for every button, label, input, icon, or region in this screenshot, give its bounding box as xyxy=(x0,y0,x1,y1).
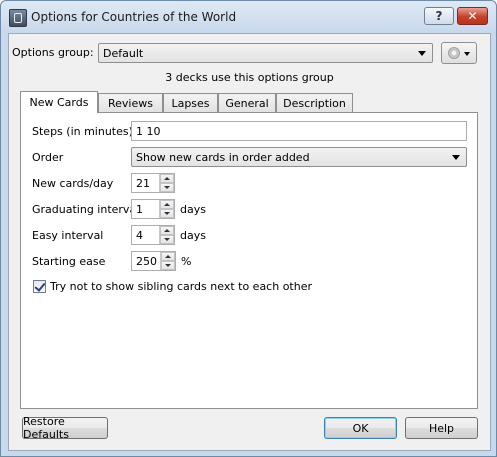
spin-down-icon[interactable] xyxy=(160,183,174,192)
chevron-down-icon xyxy=(418,51,426,56)
graduating-value: 1 xyxy=(136,203,143,216)
new-cards-day-label: New cards/day xyxy=(32,177,114,190)
options-group-value: Default xyxy=(103,47,144,60)
order-label: Order xyxy=(32,151,64,164)
spin-buttons xyxy=(159,226,174,244)
spin-buttons xyxy=(159,200,174,218)
spin-up-icon[interactable] xyxy=(161,252,175,261)
tab-description[interactable]: Description xyxy=(276,93,353,112)
options-group-gear-button[interactable] xyxy=(441,42,477,64)
options-group-label: Options group: xyxy=(12,46,94,59)
tab-reviews[interactable]: Reviews xyxy=(98,93,163,112)
steps-label: Steps (in minutes) xyxy=(32,125,133,138)
tab-general[interactable]: General xyxy=(218,93,276,112)
new-cards-panel: Steps (in minutes) 1 10 Order Show new c… xyxy=(20,112,478,409)
starting-ease-unit: % xyxy=(181,255,192,268)
easy-interval-value: 4 xyxy=(136,229,143,242)
gear-icon xyxy=(448,47,460,59)
graduating-unit: days xyxy=(180,203,206,216)
chevron-down-icon xyxy=(452,155,460,160)
spin-buttons xyxy=(160,252,175,270)
spin-up-icon[interactable] xyxy=(160,174,174,183)
steps-input[interactable]: 1 10 xyxy=(131,121,467,141)
dialog-body: Options group: Default 3 decks use this … xyxy=(8,33,491,451)
help-title-button[interactable]: ? xyxy=(424,7,454,25)
title-bar[interactable]: Options for Countries of the World ? ✕ xyxy=(1,1,496,33)
options-group-select[interactable]: Default xyxy=(98,43,433,63)
decks-info: 3 decks use this options group xyxy=(165,71,334,84)
easy-interval-label: Easy interval xyxy=(32,229,104,242)
new-cards-day-spinbox[interactable]: 21 xyxy=(131,173,175,193)
app-icon xyxy=(9,9,27,27)
starting-ease-label: Starting ease xyxy=(32,255,106,268)
spin-down-icon[interactable] xyxy=(160,209,174,218)
sibling-checkbox[interactable] xyxy=(33,280,46,293)
new-cards-day-value: 21 xyxy=(136,177,150,190)
window-title: Options for Countries of the World xyxy=(31,10,237,24)
graduating-label: Graduating interval xyxy=(32,203,140,216)
close-button[interactable]: ✕ xyxy=(457,7,488,25)
spin-down-icon[interactable] xyxy=(160,235,174,244)
spin-buttons xyxy=(159,174,174,192)
tab-new-cards[interactable]: New Cards xyxy=(20,91,98,113)
easy-interval-unit: days xyxy=(180,229,206,242)
starting-ease-spinbox[interactable]: 250 xyxy=(131,251,176,271)
tab-lapses[interactable]: Lapses xyxy=(163,93,218,112)
sibling-label[interactable]: Try not to show sibling cards next to ea… xyxy=(50,280,312,293)
starting-ease-value: 250 xyxy=(136,255,157,268)
spin-up-icon[interactable] xyxy=(160,200,174,209)
order-select[interactable]: Show new cards in order added xyxy=(131,147,467,167)
options-dialog: Options for Countries of the World ? ✕ O… xyxy=(0,0,497,457)
help-button[interactable]: Help xyxy=(405,417,478,439)
ok-button[interactable]: OK xyxy=(324,417,397,439)
chevron-down-icon xyxy=(464,52,470,56)
restore-defaults-button[interactable]: Restore Defaults xyxy=(22,415,108,441)
spin-up-icon[interactable] xyxy=(160,226,174,235)
easy-interval-spinbox[interactable]: 4 xyxy=(131,225,175,245)
graduating-spinbox[interactable]: 1 xyxy=(131,199,175,219)
spin-down-icon[interactable] xyxy=(161,261,175,270)
order-value: Show new cards in order added xyxy=(136,151,310,164)
